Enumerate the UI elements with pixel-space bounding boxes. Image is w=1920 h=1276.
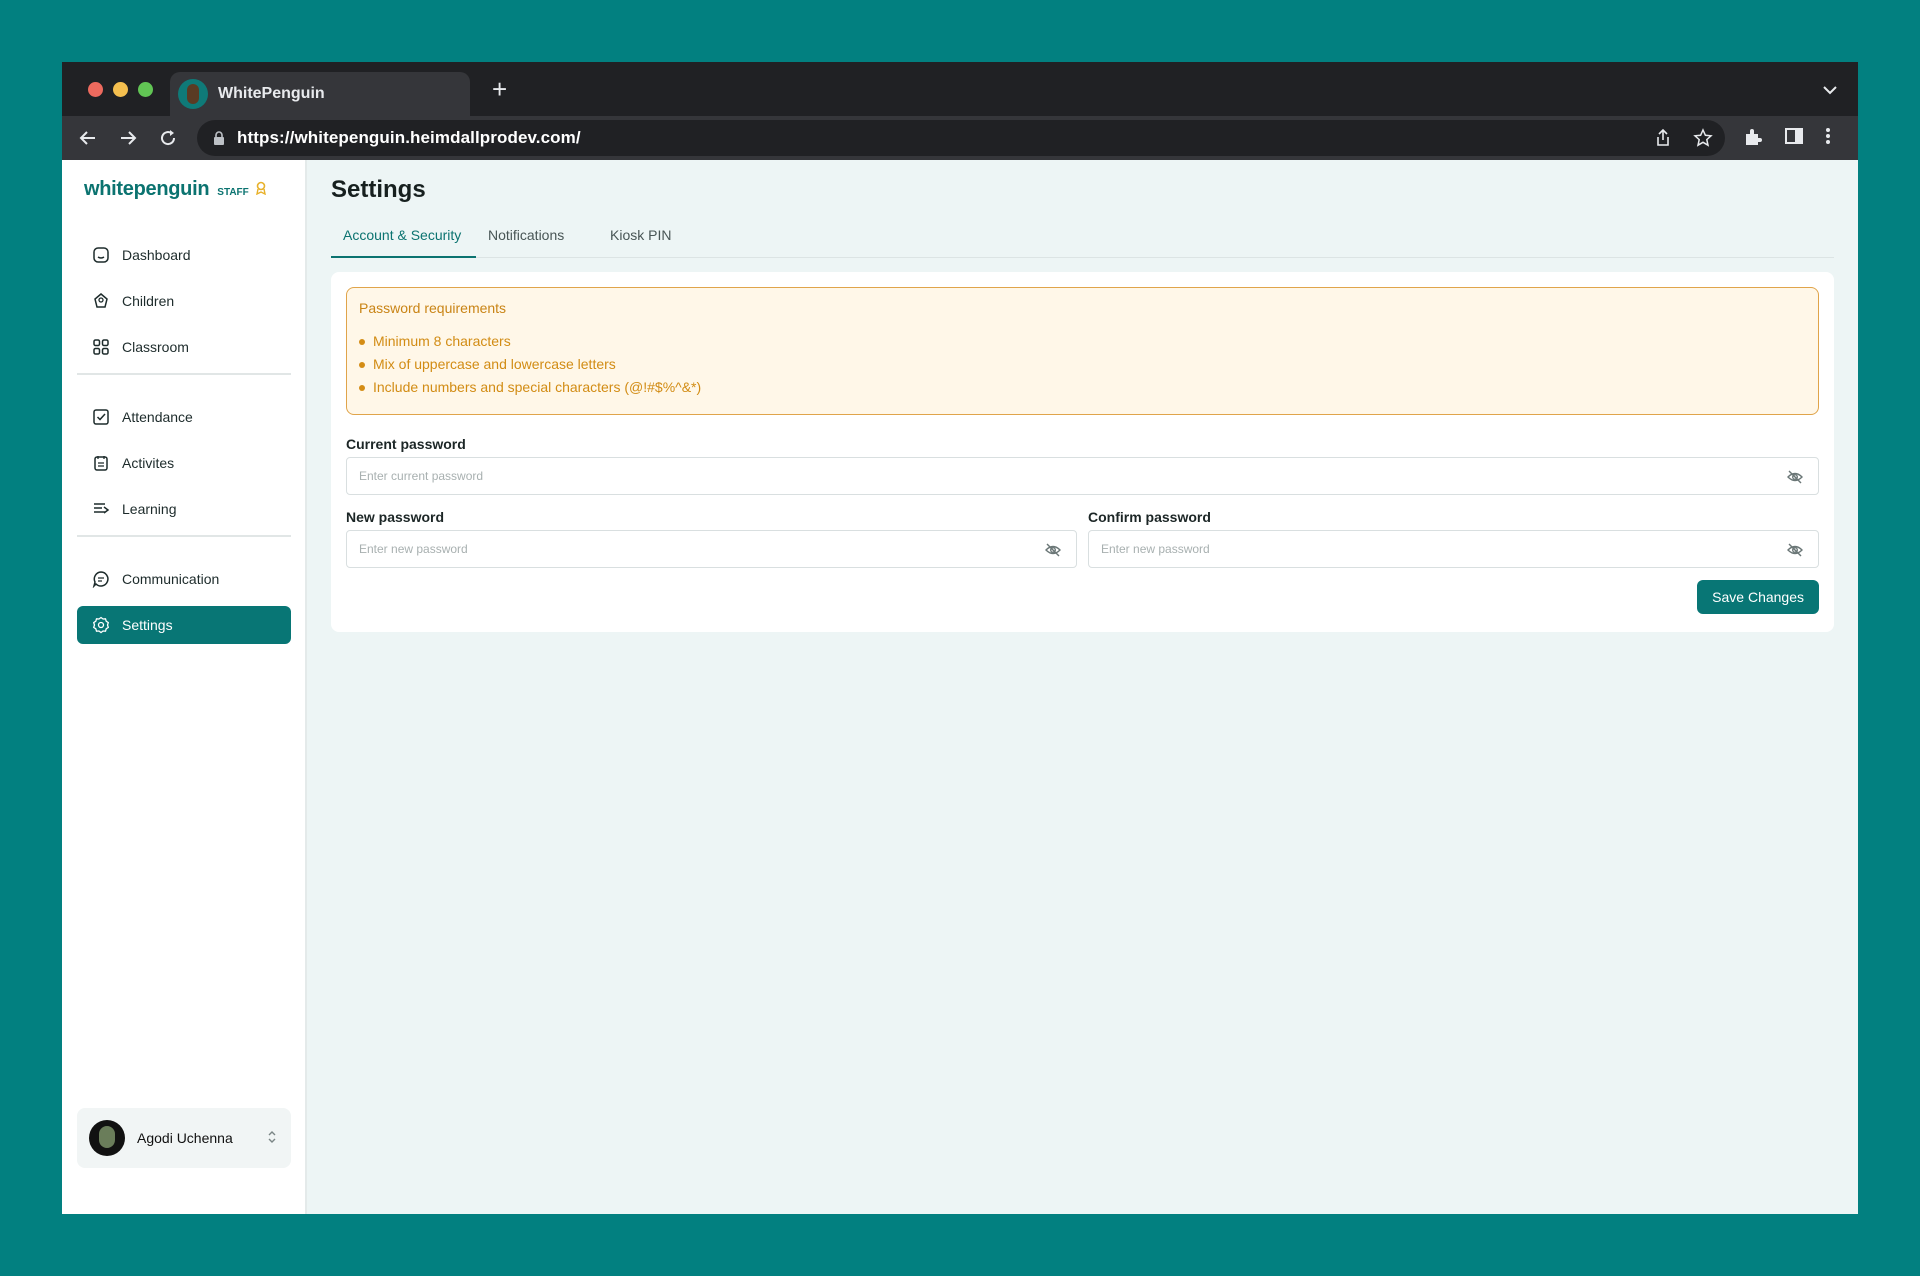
requirements-title: Password requirements	[359, 300, 507, 316]
new-tab-button[interactable]: +	[492, 76, 507, 102]
share-icon[interactable]	[1653, 128, 1673, 148]
requirement-item: Include numbers and special characters (…	[359, 376, 1806, 399]
requirements-list: Minimum 8 characters Mix of uppercase an…	[359, 330, 1806, 399]
dashboard-icon	[93, 247, 109, 263]
current-password-label: Current password	[346, 436, 466, 452]
sidebar-item-label: Dashboard	[122, 247, 191, 263]
gear-icon	[92, 616, 110, 634]
confirm-password-label: Confirm password	[1088, 509, 1211, 525]
brand-name: whitepenguin	[84, 178, 210, 200]
forward-button[interactable]	[114, 124, 142, 152]
sidebar-item-settings[interactable]: Settings	[77, 606, 291, 644]
side-panel-icon[interactable]	[1784, 126, 1804, 146]
avatar	[89, 1120, 125, 1156]
star-icon[interactable]	[1693, 128, 1713, 148]
sidebar-divider	[77, 373, 291, 375]
arrow-right-icon	[121, 131, 137, 145]
tab-account-security[interactable]: Account & Security	[343, 227, 461, 243]
back-button[interactable]	[74, 124, 102, 152]
close-window-button[interactable]	[88, 82, 103, 97]
url-text: https://whitepenguin.heimdallprodev.com/	[237, 128, 581, 147]
sidebar-divider	[77, 535, 291, 537]
new-password-input[interactable]	[347, 531, 1076, 567]
nav-group-other: Communication Settings	[77, 560, 291, 652]
app-viewport: whitepenguin STAFF Dashboard Children Cl…	[62, 160, 1858, 1214]
sidebar-item-label: Children	[122, 293, 175, 309]
sidebar-item-label: Attendance	[122, 409, 193, 425]
sidebar-item-label: Settings	[122, 617, 173, 633]
user-name: Agodi Uchenna	[137, 1130, 233, 1146]
browser-toolbar: https://whitepenguin.heimdallprodev.com/	[62, 116, 1858, 160]
address-bar[interactable]: https://whitepenguin.heimdallprodev.com/	[197, 120, 1725, 156]
sidebar-item-label: Activites	[122, 455, 175, 471]
active-tab-indicator	[331, 256, 476, 258]
sidebar-item-activities[interactable]: Activites	[77, 444, 291, 482]
browser-window: WhitePenguin + https://whitepenguin.heim…	[62, 62, 1858, 1214]
confirm-password-input[interactable]	[1089, 531, 1818, 567]
new-password-field	[346, 530, 1077, 568]
chevron-up-down-icon	[268, 1131, 276, 1143]
sidebar-item-classroom[interactable]: Classroom	[77, 328, 291, 366]
save-changes-button[interactable]: Save Changes	[1697, 580, 1819, 614]
sidebar-item-learning[interactable]: Learning	[77, 490, 291, 528]
chevron-down-icon[interactable]	[1820, 80, 1840, 100]
current-password-input[interactable]	[347, 458, 1818, 494]
sidebar-item-attendance[interactable]: Attendance	[77, 398, 291, 436]
confirm-password-field	[1088, 530, 1819, 568]
eye-off-icon[interactable]	[1786, 468, 1804, 486]
learning-icon	[94, 503, 110, 514]
extensions-icon[interactable]	[1742, 126, 1764, 148]
password-card: Password requirements Minimum 8 characte…	[331, 272, 1834, 632]
children-icon	[94, 293, 108, 308]
sidebar: whitepenguin STAFF Dashboard Children Cl…	[62, 160, 307, 1214]
current-password-field	[346, 457, 1819, 495]
arrow-left-icon	[79, 131, 95, 145]
sidebar-item-dashboard[interactable]: Dashboard	[77, 236, 291, 274]
favicon-icon	[178, 79, 208, 109]
ribbon-icon	[255, 181, 266, 195]
tab-notifications[interactable]: Notifications	[488, 227, 564, 243]
minimize-window-button[interactable]	[113, 82, 128, 97]
browser-tab[interactable]: WhitePenguin	[170, 72, 470, 116]
sidebar-item-children[interactable]: Children	[77, 282, 291, 320]
sidebar-item-label: Classroom	[122, 339, 189, 355]
tab-kiosk-pin[interactable]: Kiosk PIN	[610, 227, 671, 243]
kebab-menu-icon[interactable]	[1824, 126, 1832, 146]
staff-badge: STAFF	[217, 187, 249, 198]
page-title: Settings	[331, 176, 426, 203]
nav-group-main: Dashboard Children Classroom	[77, 236, 291, 374]
requirement-item: Mix of uppercase and lowercase letters	[359, 353, 1806, 376]
maximize-window-button[interactable]	[138, 82, 153, 97]
tab-strip: WhitePenguin +	[62, 62, 1858, 116]
reload-icon	[161, 130, 176, 146]
classroom-icon	[93, 339, 109, 355]
sidebar-item-label: Communication	[122, 571, 220, 587]
brand-logo[interactable]: whitepenguin STAFF	[84, 178, 267, 201]
settings-tabs: Account & Security Notifications Kiosk P…	[331, 220, 1834, 258]
requirement-item: Minimum 8 characters	[359, 330, 1806, 353]
activities-icon	[94, 456, 108, 471]
lock-icon	[214, 131, 224, 145]
new-password-label: New password	[346, 509, 445, 525]
reload-button[interactable]	[154, 124, 182, 152]
sidebar-item-label: Learning	[122, 501, 177, 517]
attendance-icon	[93, 409, 109, 425]
eye-off-icon[interactable]	[1786, 541, 1804, 559]
communication-icon	[92, 571, 109, 588]
sidebar-item-communication[interactable]: Communication	[77, 560, 291, 598]
eye-off-icon[interactable]	[1044, 541, 1062, 559]
password-requirements: Password requirements Minimum 8 characte…	[346, 287, 1819, 415]
user-menu[interactable]: Agodi Uchenna	[77, 1108, 291, 1168]
tab-title: WhitePenguin	[218, 85, 325, 102]
nav-group-tracking: Attendance Activites Learning	[77, 398, 291, 536]
